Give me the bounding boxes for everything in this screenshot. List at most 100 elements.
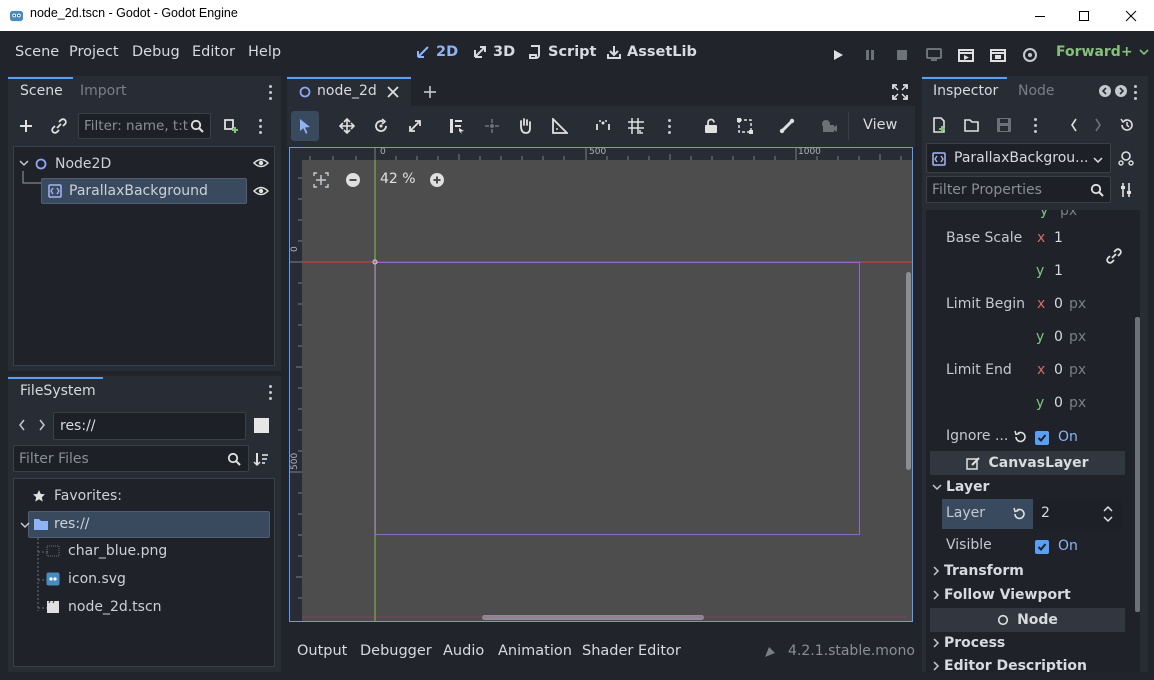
attach-script-icon[interactable] — [222, 118, 238, 134]
forward-arrow-icon[interactable] — [38, 419, 46, 431]
tab-node[interactable]: Node — [1018, 83, 1055, 99]
close-tab-icon[interactable] — [387, 86, 399, 98]
transform-group-header[interactable]: Transform — [932, 563, 1024, 579]
collapse-arrow-icon[interactable] — [20, 521, 30, 529]
play-custom-scene-button[interactable] — [988, 45, 1008, 65]
favorites-item[interactable]: Favorites: — [32, 488, 122, 504]
workspace-3d-button[interactable]: 3D — [472, 44, 515, 60]
file-item[interactable]: node_2d.tscn — [46, 599, 162, 615]
movie-maker-button[interactable] — [1020, 45, 1040, 65]
inspector-menu-icon[interactable] — [1134, 85, 1138, 100]
sort-icon[interactable] — [253, 451, 269, 467]
update-spinner-icon[interactable] — [763, 645, 777, 659]
scene-tree-menu-icon[interactable] — [259, 119, 263, 134]
tab-inspector[interactable]: Inspector — [933, 83, 998, 99]
pivot-tool-icon[interactable] — [484, 118, 500, 134]
zoom-out-icon[interactable] — [345, 172, 361, 188]
remote-debug-button[interactable] — [924, 45, 944, 65]
property-settings-icon[interactable] — [1119, 182, 1133, 198]
pan-tool-icon[interactable] — [517, 117, 533, 135]
history-back-icon[interactable] — [1070, 118, 1078, 132]
object-properties-icon[interactable] — [1118, 150, 1134, 166]
visible-checkbox[interactable] — [1035, 540, 1049, 554]
limit-end-y-value[interactable]: 0 — [1054, 395, 1063, 411]
res-root-item[interactable]: res:// — [20, 511, 270, 538]
save-icon[interactable] — [996, 117, 1012, 133]
open-folder-icon[interactable] — [964, 118, 980, 132]
camera-icon[interactable] — [820, 118, 838, 134]
menu-debug[interactable]: Debug — [132, 44, 180, 60]
ruler-tool-icon[interactable] — [552, 118, 568, 134]
group-icon[interactable] — [736, 117, 754, 135]
bottom-tab-output[interactable]: Output — [297, 643, 347, 659]
visibility-icon[interactable] — [253, 185, 269, 197]
menu-scene[interactable]: Scene — [15, 44, 59, 60]
workspace-script-button[interactable]: Script — [527, 44, 596, 60]
property-scrollbar[interactable] — [1135, 317, 1140, 612]
filter-properties-input[interactable]: Filter Properties — [926, 176, 1111, 203]
canvas-layer-section[interactable]: CanvasLayer — [930, 451, 1125, 475]
menu-project[interactable]: Project — [69, 44, 119, 60]
distraction-free-icon[interactable] — [892, 84, 908, 100]
move-tool-icon[interactable] — [339, 118, 355, 134]
scale-tool-icon[interactable] — [407, 118, 423, 134]
maximize-button[interactable] — [1061, 0, 1107, 31]
limit-begin-x-value[interactable]: 0 — [1054, 296, 1063, 312]
menu-help[interactable]: Help — [248, 44, 281, 60]
file-item[interactable]: icon.svg — [46, 571, 126, 587]
new-resource-icon[interactable] — [932, 117, 948, 133]
snap-options-icon[interactable] — [668, 119, 672, 134]
dock-right-icon[interactable] — [1115, 85, 1127, 97]
revert-icon[interactable] — [1013, 430, 1027, 444]
scene-dock-menu-icon[interactable] — [269, 85, 273, 100]
limit-begin-y-value[interactable]: 0 — [1054, 329, 1063, 345]
spinbox-arrows-icon[interactable] — [1103, 505, 1113, 523]
node-selector[interactable]: ParallaxBackgrou... — [926, 143, 1111, 173]
list-select-icon[interactable] — [449, 118, 465, 134]
bottom-tab-audio[interactable]: Audio — [443, 643, 484, 659]
limit-end-x-value[interactable]: 0 — [1054, 362, 1063, 378]
select-tool-button[interactable] — [291, 111, 319, 141]
rotate-tool-icon[interactable] — [373, 118, 389, 134]
play-scene-button[interactable] — [956, 45, 976, 65]
minimize-button[interactable] — [1017, 0, 1063, 31]
layer-group-header[interactable]: Layer — [932, 479, 989, 495]
tree-item-node2d[interactable]: Node2D — [34, 155, 111, 173]
scene-filter-input[interactable]: Filter: name, t:t — [78, 113, 211, 139]
center-view-icon[interactable] — [313, 172, 329, 188]
bottom-tab-animation[interactable]: Animation — [498, 643, 572, 659]
visibility-icon[interactable] — [253, 157, 269, 169]
filesystem-filter-input[interactable]: Filter Files — [13, 445, 249, 472]
tab-import[interactable]: Import — [80, 83, 126, 99]
menu-editor[interactable]: Editor — [192, 44, 235, 60]
workspace-2d-button[interactable]: 2D — [415, 44, 458, 60]
bottom-tab-debugger[interactable]: Debugger — [360, 643, 432, 659]
ignore-camera-checkbox[interactable] — [1035, 431, 1049, 445]
dock-left-icon[interactable] — [1099, 85, 1111, 97]
path-input[interactable]: res:// — [53, 412, 246, 440]
scene-tab-node2d[interactable]: node_2d — [287, 76, 411, 106]
renderer-selector[interactable]: Forward+ — [1056, 44, 1149, 60]
toggle-split-icon[interactable] — [254, 418, 269, 433]
revert-icon[interactable] — [1012, 507, 1026, 521]
canvas-viewport[interactable]: 0 500 1000 0 500 42 % — [289, 147, 913, 622]
filesystem-menu-icon[interactable] — [269, 385, 273, 400]
link-icon[interactable] — [1106, 248, 1122, 264]
stop-button[interactable] — [892, 45, 912, 65]
back-arrow-icon[interactable] — [18, 419, 26, 431]
tab-scene[interactable]: Scene — [20, 83, 63, 99]
editor-description-group-header[interactable]: Editor Description — [932, 658, 1087, 672]
history-forward-icon[interactable] — [1094, 118, 1102, 132]
follow-viewport-group-header[interactable]: Follow Viewport — [932, 587, 1071, 603]
view-menu-button[interactable]: View — [863, 117, 897, 133]
add-node-icon[interactable] — [18, 118, 34, 134]
base-scale-x-value[interactable]: 1 — [1054, 230, 1063, 246]
play-button[interactable] — [828, 45, 848, 65]
close-window-button[interactable] — [1108, 0, 1154, 31]
tab-filesystem[interactable]: FileSystem — [20, 383, 96, 399]
bottom-tab-shader-editor[interactable]: Shader Editor — [582, 643, 681, 659]
collapse-arrow-icon[interactable] — [19, 159, 29, 167]
file-item[interactable]: char_blue.png — [46, 543, 167, 559]
add-tab-icon[interactable] — [423, 85, 437, 99]
lock-icon[interactable] — [704, 118, 718, 134]
